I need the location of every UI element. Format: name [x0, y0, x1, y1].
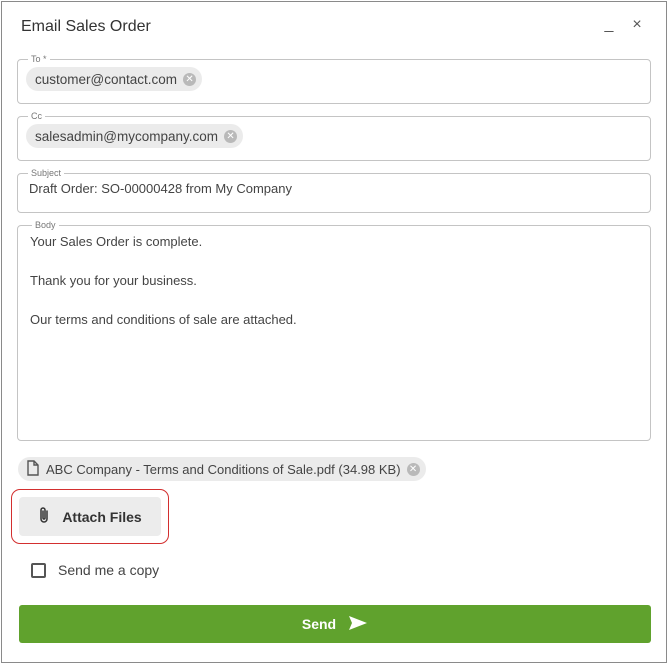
to-field[interactable]: To * customer@contact.com ✕ [17, 55, 651, 104]
send-button[interactable]: Send [19, 605, 651, 643]
paperclip-icon [38, 506, 50, 527]
attachment-chip[interactable]: ABC Company - Terms and Conditions of Sa… [18, 457, 426, 481]
to-label: To * [31, 54, 47, 64]
send-copy-checkbox[interactable] [31, 562, 46, 578]
close-button[interactable]: × [626, 12, 648, 38]
send-arrow-icon [348, 615, 368, 634]
remove-recipient-icon[interactable]: ✕ [183, 72, 197, 86]
attach-files-button[interactable]: Attach Files [19, 497, 161, 536]
send-copy-label[interactable]: Send me a copy [58, 562, 159, 578]
body-textarea[interactable]: Your Sales Order is complete. Thank you … [30, 230, 642, 328]
body-line: Our terms and conditions of sale are att… [30, 312, 297, 327]
body-line: Your Sales Order is complete. [30, 234, 203, 249]
dialog-title: Email Sales Order [21, 18, 151, 35]
cc-label: Cc [31, 111, 42, 121]
cc-field[interactable]: Cc salesadmin@mycompany.com ✕ [17, 112, 651, 161]
send-label: Send [301, 616, 337, 632]
attach-files-label: Attach Files [62, 508, 142, 525]
subject-field[interactable]: Subject Draft Order: SO-00000428 from My… [17, 169, 651, 213]
remove-cc-recipient-icon[interactable]: ✕ [224, 129, 238, 143]
recipient-email: customer@contact.com [35, 71, 178, 87]
minimize-button[interactable]: _ [598, 12, 620, 38]
body-field[interactable]: Body Your Sales Order is complete. Thank… [17, 221, 651, 441]
attachment-name: ABC Company - Terms and Conditions of Sa… [46, 461, 401, 477]
send-copy-row: Send me a copy [31, 562, 159, 578]
subject-input[interactable]: Draft Order: SO-00000428 from My Company [26, 178, 642, 196]
cc-recipient-chip[interactable]: salesadmin@mycompany.com ✕ [26, 124, 244, 148]
subject-label: Subject [31, 168, 62, 178]
body-line: Thank you for your business. [30, 273, 197, 288]
remove-attachment-icon[interactable]: ✕ [406, 462, 420, 476]
recipient-chip[interactable]: customer@contact.com ✕ [26, 67, 203, 91]
file-icon [26, 459, 40, 479]
body-label: Body [35, 220, 56, 230]
cc-recipient-email: salesadmin@mycompany.com [35, 128, 219, 144]
